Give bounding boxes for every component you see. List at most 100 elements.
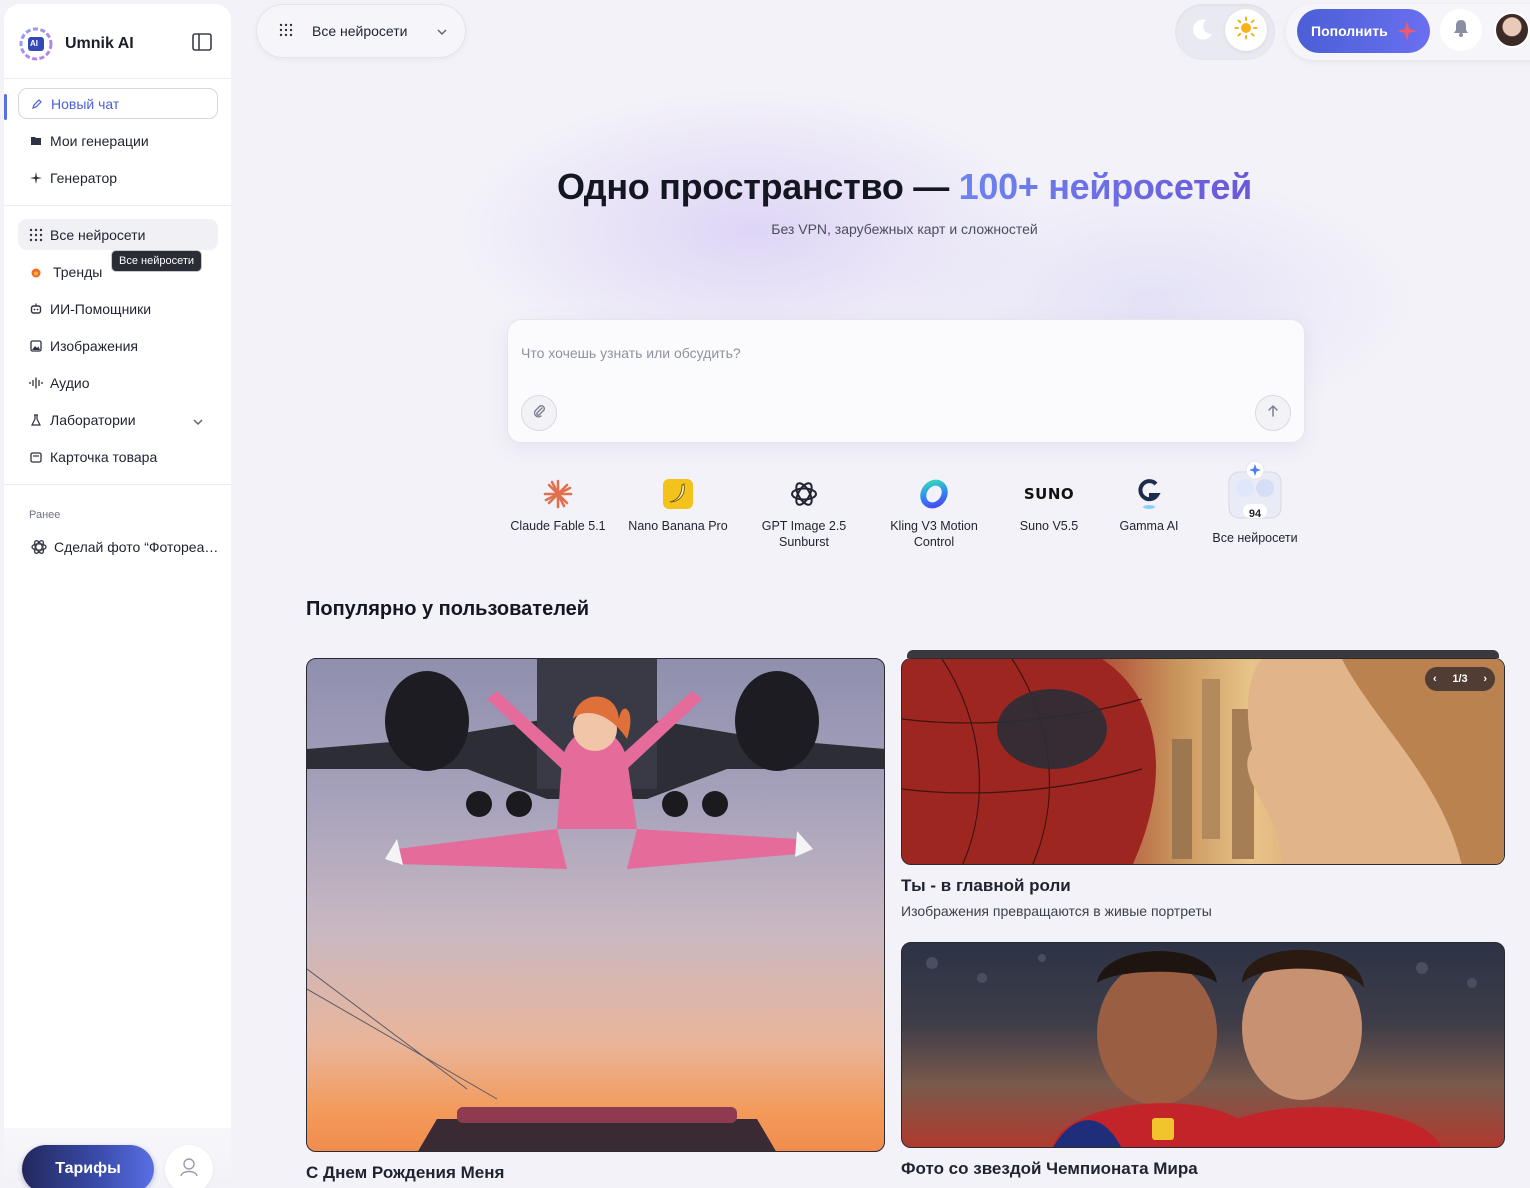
world-cup-illustration bbox=[926, 949, 1477, 1147]
light-theme-button[interactable] bbox=[1225, 9, 1267, 51]
sidebar-item-label: Мои генерации bbox=[50, 132, 149, 149]
chevron-down-icon[interactable] bbox=[191, 415, 205, 429]
popular-card-image-birthday[interactable] bbox=[306, 658, 885, 1152]
main-role-illustration bbox=[902, 659, 1504, 864]
popular-card-description: Изображения превращаются в живые портрет… bbox=[901, 903, 1212, 919]
profile-button[interactable] bbox=[165, 1145, 213, 1188]
popular-card-image-main-role[interactable] bbox=[901, 658, 1505, 865]
sidebar-item-label: ИИ-Помощники bbox=[50, 300, 152, 317]
model-select[interactable]: Все нейросети bbox=[256, 4, 466, 58]
avatar[interactable] bbox=[1494, 12, 1530, 48]
grid-icon bbox=[279, 23, 295, 39]
sidebar-item-product-card[interactable]: Карточка товара bbox=[18, 441, 218, 472]
brand[interactable]: AI Umnik AI bbox=[18, 24, 134, 64]
image-icon bbox=[28, 338, 44, 354]
attach-button[interactable] bbox=[521, 395, 557, 431]
grid-icon bbox=[28, 227, 44, 243]
model-card-all[interactable]: 94 Все нейросети bbox=[1204, 460, 1306, 546]
tariffs-button[interactable]: Тарифы bbox=[22, 1145, 154, 1188]
audio-icon bbox=[28, 375, 44, 391]
recent-label: Ранее bbox=[29, 509, 61, 521]
sparkle-icon bbox=[1396, 20, 1418, 42]
tooltip: Все нейросети bbox=[111, 250, 203, 272]
brand-name: Umnik AI bbox=[65, 35, 134, 52]
user-icon bbox=[178, 1156, 200, 1183]
kling-icon bbox=[878, 476, 990, 512]
hero-subtitle: Без VPN, зарубежных карт и сложностей bbox=[771, 221, 1038, 237]
carousel-pager[interactable]: ‹ 1/3 › bbox=[1425, 667, 1495, 691]
divider bbox=[4, 205, 231, 206]
model-label: Nano Banana Pro bbox=[628, 519, 728, 533]
topup-label: Пополнить bbox=[1311, 23, 1388, 39]
card-icon bbox=[28, 449, 44, 465]
sidebar-item-label: Все нейросети bbox=[50, 226, 146, 243]
brand-logo-text: AI bbox=[30, 39, 38, 48]
new-chat-button[interactable]: Новый чат bbox=[18, 88, 218, 119]
model-label: GPT Image 2.5 Sunburst bbox=[761, 519, 847, 549]
model-card-gamma[interactable]: Gamma AI bbox=[1104, 476, 1194, 534]
openai-icon bbox=[30, 538, 48, 556]
folder-icon bbox=[28, 133, 44, 149]
hero-title-text: Одно пространство — bbox=[556, 166, 959, 207]
banana-icon bbox=[622, 476, 734, 512]
popular-card-title[interactable]: Ты - в главной роли bbox=[901, 876, 1071, 896]
gamma-icon bbox=[1104, 476, 1194, 512]
sidebar-item-label: Изображения bbox=[50, 337, 138, 354]
recent-chat-item[interactable]: Сделай фото “Фотореализм bbox=[30, 535, 225, 559]
fire-icon bbox=[28, 264, 44, 280]
sidebar-item-labs[interactable]: Лаборатории bbox=[18, 404, 218, 435]
model-card-gpt-image[interactable]: GPT Image 2.5 Sunburst bbox=[752, 476, 856, 550]
arrow-up-icon bbox=[1265, 403, 1281, 424]
sun-icon bbox=[1234, 16, 1258, 45]
model-card-suno[interactable]: SUNO Suno V5.5 bbox=[1004, 476, 1094, 534]
openai-icon bbox=[752, 476, 856, 512]
topup-button[interactable]: Пополнить bbox=[1297, 9, 1430, 53]
sidebar-item-assistants[interactable]: ИИ-Помощники bbox=[18, 293, 218, 324]
brand-logo-icon: AI bbox=[18, 26, 54, 62]
birthday-illustration bbox=[307, 659, 884, 1151]
sidebar-item-images[interactable]: Изображения bbox=[18, 330, 218, 361]
model-card-nano-banana[interactable]: Nano Banana Pro bbox=[622, 476, 734, 534]
chat-box bbox=[507, 319, 1305, 443]
divider bbox=[4, 484, 231, 485]
model-card-kling[interactable]: Kling V3 Motion Control bbox=[878, 476, 990, 550]
chat-input[interactable] bbox=[521, 342, 1221, 364]
active-indicator bbox=[4, 94, 7, 120]
chevron-right-icon[interactable]: › bbox=[1483, 673, 1487, 685]
chevron-left-icon[interactable]: ‹ bbox=[1433, 673, 1437, 685]
suno-logo-icon: SUNO bbox=[1023, 485, 1075, 503]
sidebar-item-label: Тренды bbox=[53, 263, 103, 280]
hero-title: Одно пространство — 100+ нейросетей bbox=[232, 166, 1530, 208]
popular-card-image-world-cup[interactable] bbox=[901, 942, 1505, 1148]
model-card-claude[interactable]: Claude Fable 5.1 bbox=[506, 476, 610, 534]
pencil-icon bbox=[29, 96, 45, 112]
notifications-button[interactable] bbox=[1440, 9, 1482, 51]
moon-icon[interactable] bbox=[1188, 16, 1216, 44]
divider bbox=[4, 78, 231, 79]
claude-icon bbox=[506, 476, 610, 512]
flask-icon bbox=[28, 412, 44, 428]
sidebar-item-all-networks[interactable]: Все нейросети bbox=[18, 219, 218, 250]
model-label: Все нейросети bbox=[1212, 531, 1298, 545]
popular-section-title: Популярно у пользователей bbox=[306, 598, 590, 620]
hero-title-accent: 100+ нейросетей bbox=[958, 166, 1253, 207]
popular-card-title[interactable]: С Днем Рождения Меня bbox=[306, 1163, 504, 1183]
sidebar-item-generator[interactable]: Генератор bbox=[18, 162, 218, 193]
sidebar-item-label: Лаборатории bbox=[50, 411, 136, 428]
sidebar-toggle-icon[interactable] bbox=[192, 33, 212, 51]
robot-icon bbox=[28, 301, 44, 317]
sidebar-item-label: Карточка товара bbox=[50, 448, 158, 465]
sidebar: AI Umnik AI Новый чат Мои генерации Гене… bbox=[4, 4, 231, 1188]
paperclip-icon bbox=[531, 403, 547, 424]
sidebar-item-my-generations[interactable]: Мои генерации bbox=[18, 125, 218, 156]
send-button[interactable] bbox=[1255, 395, 1291, 431]
model-label: Gamma AI bbox=[1119, 519, 1179, 533]
model-select-value: Все нейросети bbox=[312, 23, 408, 39]
model-label: Suno V5.5 bbox=[1019, 519, 1079, 533]
bell-icon bbox=[1451, 18, 1471, 43]
recent-chat-label: Сделай фото “Фотореализм bbox=[54, 539, 225, 555]
popular-card-title[interactable]: Фото со звездой Чемпионата Мира bbox=[901, 1159, 1198, 1179]
sidebar-item-label: Аудио bbox=[50, 374, 90, 391]
sidebar-item-audio[interactable]: Аудио bbox=[18, 367, 218, 398]
chevron-down-icon bbox=[435, 25, 449, 39]
